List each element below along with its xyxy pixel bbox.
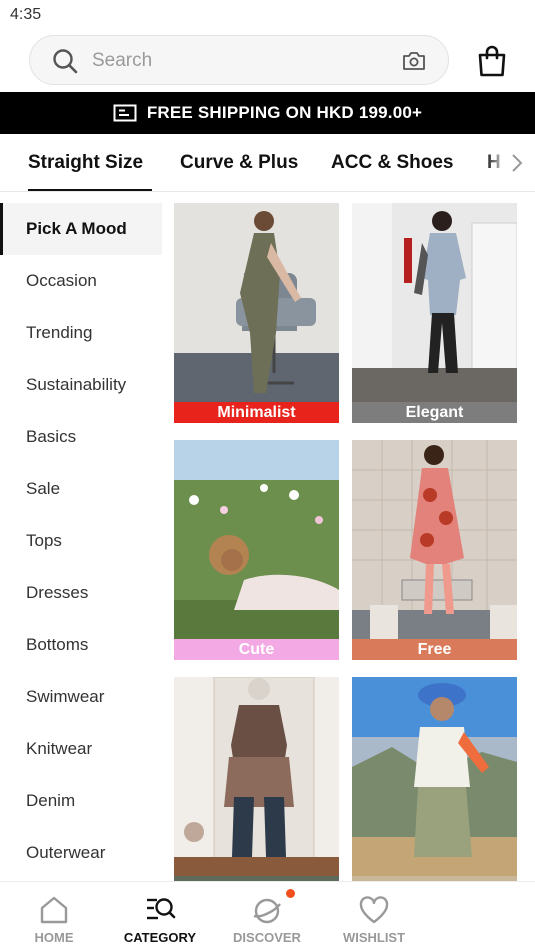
mood-tile-layered[interactable] [174, 677, 339, 881]
search-row [0, 30, 535, 92]
home-icon [40, 896, 68, 924]
mood-grid: Minimalist Elegant Cute Free [162, 193, 535, 881]
heart-icon [359, 896, 389, 924]
sidebar-item-label: Tops [26, 531, 62, 550]
mood-photo [174, 440, 339, 639]
nav-label: HOME [34, 930, 74, 945]
sidebar-item-sale[interactable]: Sale [0, 463, 162, 515]
discover-icon [253, 898, 281, 924]
sidebar-item-label: Swimwear [26, 687, 105, 706]
mood-tile-minimalist[interactable]: Minimalist [174, 203, 339, 423]
sidebar-item-denim[interactable]: Denim [0, 775, 162, 827]
sidebar-item-bottoms[interactable]: Bottoms [0, 619, 162, 671]
sidebar-item-swimwear[interactable]: Swimwear [0, 671, 162, 723]
sidebar-item-label: Trending [26, 323, 93, 342]
chevron-right-icon[interactable] [511, 153, 523, 173]
sidebar-item-sustainability[interactable]: Sustainability [0, 359, 162, 411]
mood-photo [352, 677, 517, 876]
mood-caption: Minimalist [174, 402, 339, 423]
sidebar-item-tops[interactable]: Tops [0, 515, 162, 567]
sidebar-item-label: Basics [26, 427, 77, 446]
sidebar-item-knitwear[interactable]: Knitwear [0, 723, 162, 775]
search-bar[interactable] [29, 35, 449, 85]
bottom-nav: HOME CATEGORY DISCOVER WISHLIST [0, 881, 535, 951]
tabs-fade [485, 134, 535, 191]
sidebar-item-label: Occasion [26, 271, 97, 290]
active-tab-indicator [28, 189, 152, 191]
nav-label: DISCOVER [233, 930, 301, 945]
tab-curve-plus[interactable]: Curve & Plus [180, 152, 298, 174]
sidebar-item-trending[interactable]: Trending [0, 307, 162, 359]
sidebar-item-outerwear[interactable]: Outerwear [0, 827, 162, 879]
sidebar-item-label: Bottoms [26, 635, 89, 654]
mood-photo [174, 203, 339, 402]
sidebar-item-label: Pick A Mood [26, 219, 127, 238]
sidebar-item-label: Outerwear [26, 843, 106, 862]
mood-photo [174, 677, 339, 876]
sidebar-item-basics[interactable]: Basics [0, 411, 162, 463]
sidebar-item-label: Knitwear [26, 739, 93, 758]
nav-label: CATEGORY [123, 930, 197, 945]
sidebar-item-label: Sustainability [26, 375, 127, 394]
mood-caption: Elegant [352, 402, 517, 423]
sidebar-item-dresses[interactable]: Dresses [0, 567, 162, 619]
notification-dot [286, 889, 295, 898]
mood-photo [352, 203, 517, 402]
mood-caption: Free [352, 639, 517, 660]
sidebar-item-occasion[interactable]: Occasion [0, 255, 162, 307]
mood-tile-elegant[interactable]: Elegant [352, 203, 517, 423]
shipping-coupon-icon [113, 104, 137, 122]
mood-photo [352, 440, 517, 639]
tab-acc-shoes[interactable]: ACC & Shoes [331, 152, 453, 174]
camera-icon[interactable] [402, 50, 426, 72]
nav-category[interactable]: CATEGORY [106, 882, 214, 951]
nav-label: WISHLIST [342, 930, 406, 945]
sidebar-item-pick-a-mood[interactable]: Pick A Mood [0, 203, 162, 255]
status-bar: 4:35 [0, 0, 535, 30]
search-icon [53, 49, 78, 74]
shipping-banner[interactable]: FREE SHIPPING ON HKD 199.00+ [0, 92, 535, 134]
shopping-bag-icon[interactable] [477, 45, 507, 77]
tab-straight-size[interactable]: Straight Size [28, 152, 143, 174]
mood-tile-free[interactable]: Free [352, 440, 517, 660]
shipping-banner-text: FREE SHIPPING ON HKD 199.00+ [146, 103, 423, 122]
category-icon [147, 898, 176, 920]
search-input[interactable] [92, 46, 392, 76]
sidebar: Pick A Mood Occasion Trending Sustainabi… [0, 193, 162, 881]
mood-tile-sporty[interactable] [352, 677, 517, 881]
mood-caption: Cute [174, 639, 339, 660]
nav-wishlist[interactable]: WISHLIST [320, 882, 428, 951]
sidebar-item-label: Denim [26, 791, 76, 810]
nav-home[interactable]: HOME [0, 882, 108, 951]
category-tabs: Straight Size Curve & Plus ACC & Shoes H [0, 134, 535, 192]
mood-tile-cute[interactable]: Cute [174, 440, 339, 660]
status-time: 4:35 [10, 6, 42, 23]
nav-discover[interactable]: DISCOVER [213, 882, 321, 951]
sidebar-item-label: Dresses [26, 583, 89, 602]
sidebar-item-label: Sale [26, 479, 61, 498]
